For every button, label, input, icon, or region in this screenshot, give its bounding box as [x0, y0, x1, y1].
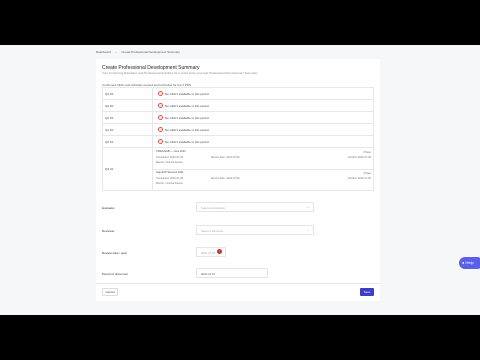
period-label: Q1 22: [103, 124, 153, 135]
warning-icon: !: [158, 127, 163, 132]
error-icon: !: [217, 249, 222, 254]
ceu-entry-mentor-date: Mentor date: 2022-07-06: [211, 177, 240, 180]
ceu-entries: TIDES EAB — June 2021 Completed: 2022-07…: [153, 148, 373, 190]
period-message: No CEU's available in this period: [165, 91, 209, 96]
evaluator-label: Evaluator: [102, 206, 115, 210]
period-row: Q2 22 ! No CEU's available in this period: [103, 112, 373, 124]
reviewer-placeholder: Select a Reviewer: [201, 229, 224, 233]
entry-divider: [153, 169, 373, 170]
review-date-row: Review date / goal 2022-12-07 !: [102, 247, 374, 259]
period-date-input[interactable]: 2022-12-07: [196, 268, 268, 278]
ceu-entry-phase: Phase: [363, 151, 371, 154]
save-button[interactable]: Save: [360, 288, 374, 296]
period-message: No CEU's available in this period: [165, 139, 209, 144]
ceu-entry-phase: Phase: [363, 172, 371, 175]
help-icon: ●: [462, 260, 465, 265]
period-row-field: Period of document 2022-12-07: [102, 268, 374, 280]
chevron-down-icon: ⌄: [306, 228, 309, 232]
review-date-label: Review date / goal: [102, 251, 127, 255]
period-label: Q3 21: [103, 148, 153, 190]
evaluator-placeholder: Select an Evaluator: [201, 206, 226, 210]
cancel-button[interactable]: Cancel: [102, 288, 118, 296]
ceu-entry-completed: Completed: 2022-07-06: [156, 156, 184, 159]
breadcrumb-dashboard-link[interactable]: Dashboard: [96, 50, 111, 54]
warning-icon: !: [158, 115, 163, 120]
ceu-entry[interactable]: Gap EVP Sources 2021 Completed: 2022-07-…: [156, 171, 371, 189]
ceu-entry-title: TIDES EAB — June 2021: [156, 150, 186, 153]
evaluator-row: Evaluator Select an Evaluator ⌄: [102, 202, 374, 214]
ceu-entry-mentor: Mentor: Chinwe Ibeanu: [156, 182, 183, 185]
ceu-entry-verified: Verified: 2022-07-06: [347, 177, 371, 180]
app-screen: Dashboard › Create Professional Developm…: [0, 45, 480, 315]
ceu-entry-verified: Verified: 2022-07-06: [347, 156, 371, 159]
period-row: Q4 21 ! No CEU's available in this period: [103, 136, 373, 148]
pds-form-card: Create Professional Development Summary …: [96, 59, 380, 301]
chevron-down-icon: ⌄: [306, 205, 309, 209]
ceu-entry-completed: Completed: 2022-07-06: [156, 177, 184, 180]
period-label: Q4 21: [103, 136, 153, 147]
ceu-entry-mentor: Mentor: Chinwe Ibeanu: [156, 161, 183, 164]
ceu-entry-title: Gap EVP Sources 2021: [156, 171, 184, 174]
period-row-with-entries: Q3 21 TIDES EAB — June 2021 Completed: 2…: [103, 148, 373, 190]
breadcrumb-current: Create Professional Development Summary: [121, 50, 180, 54]
form-footer-divider: [96, 283, 380, 284]
ceu-entry-mentor-date: Mentor date: 2022-07-06: [211, 156, 240, 159]
reviewer-row: Reviewer Select a Reviewer ⌄: [102, 225, 374, 237]
period-row: Q4 22 ! No CEU's available in this period: [103, 88, 373, 100]
ceu-entry[interactable]: TIDES EAB — June 2021 Completed: 2022-07…: [156, 150, 371, 168]
period-label-field: Period of document: [102, 272, 129, 276]
ceu-periods-table: Q4 22 ! No CEU's available in this period…: [102, 87, 374, 191]
period-message: No CEU's available in this period: [165, 127, 209, 132]
period-label: Q4 22: [103, 88, 153, 99]
period-label: Q3 22: [103, 100, 153, 111]
help-label: Help: [465, 260, 474, 265]
warning-icon: !: [158, 139, 163, 144]
evaluator-select[interactable]: Select an Evaluator ⌄: [196, 202, 314, 212]
reviewer-label: Reviewer: [102, 229, 115, 233]
period-row: Q3 22 ! No CEU's available in this period: [103, 100, 373, 112]
period-message: No CEU's available in this period: [165, 115, 209, 120]
help-button[interactable]: ● Help: [459, 257, 480, 269]
warning-icon: !: [158, 103, 163, 108]
breadcrumb: Dashboard › Create Professional Developm…: [96, 50, 184, 54]
period-row: Q1 22 ! No CEU's available in this period: [103, 124, 373, 136]
reviewer-select[interactable]: Select a Reviewer ⌄: [196, 225, 314, 235]
period-label: Q2 22: [103, 112, 153, 123]
page-subtitle: Your Continuing Education and Profession…: [102, 71, 258, 75]
breadcrumb-separator: ›: [115, 50, 117, 54]
period-message: No CEU's available in this period: [165, 103, 209, 108]
warning-icon: !: [158, 91, 163, 96]
